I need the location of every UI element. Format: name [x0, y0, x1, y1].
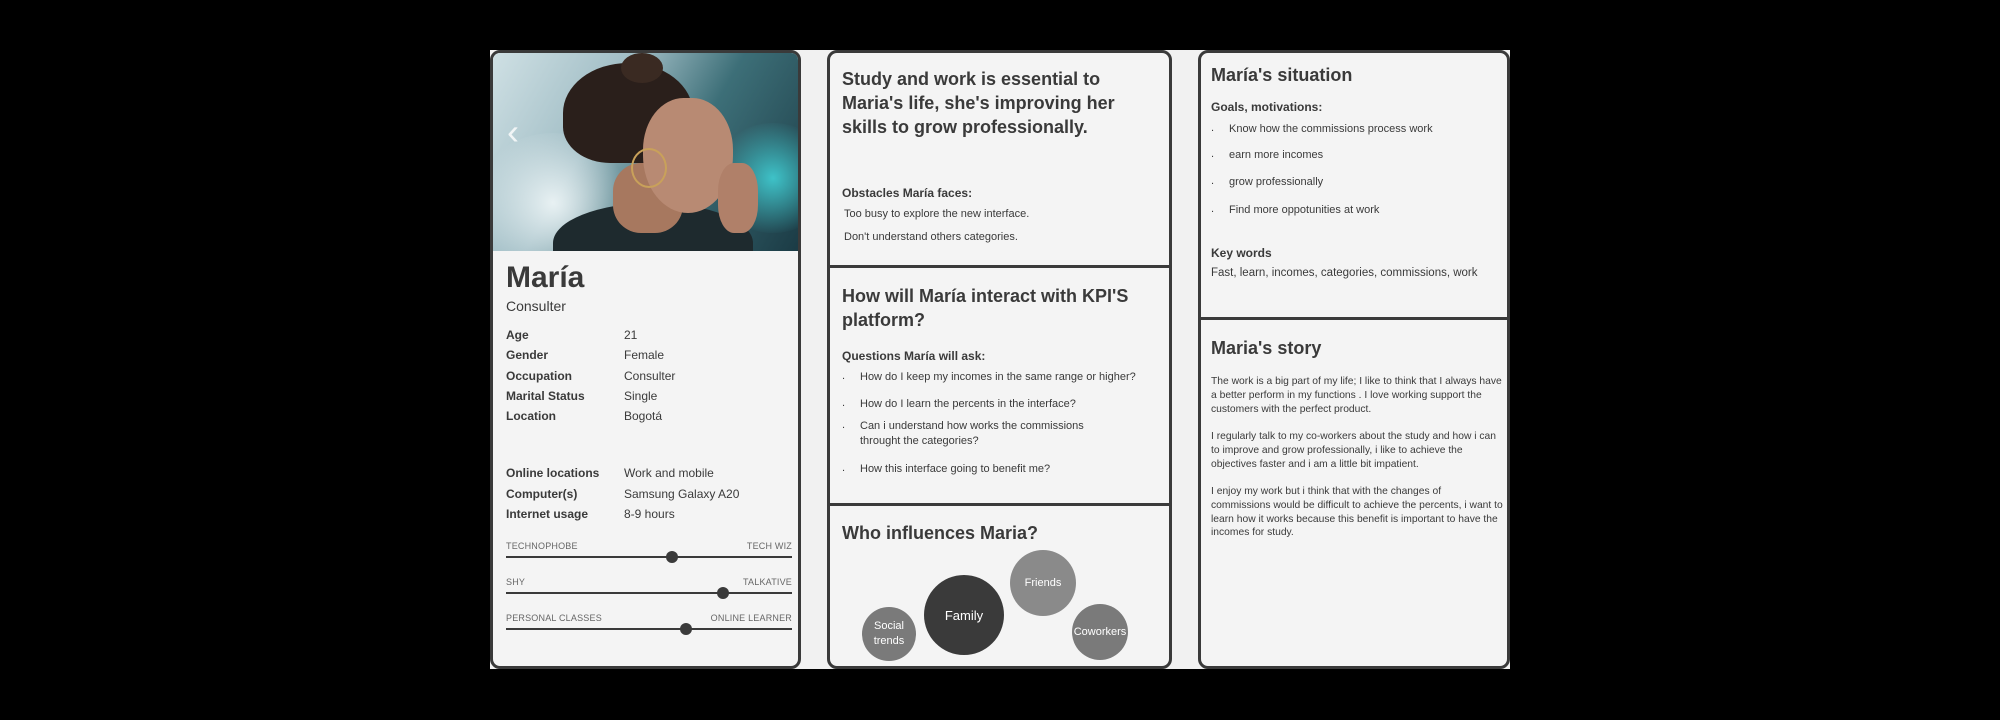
story-paragraph: The work is a big part of my life; I lik…	[1211, 376, 1502, 415]
divider	[830, 265, 1169, 268]
chevron-left-icon[interactable]: ‹	[507, 111, 519, 153]
influence-friends: Friends	[1010, 550, 1076, 616]
tech-value: 8-9 hours	[624, 507, 675, 521]
interaction-title: How will María interact with KPI'S platf…	[842, 286, 1129, 330]
influence-family: Family	[924, 575, 1004, 655]
influence-coworkers: Coworkers	[1072, 604, 1128, 660]
obstacle-item: Don't understand others categories.	[844, 231, 1018, 243]
detail-value: Bogotá	[624, 409, 663, 423]
detail-label: Gender	[506, 348, 549, 362]
slider-knob[interactable]	[665, 551, 678, 563]
right-card: María's situation Goals, motivations: .K…	[1198, 50, 1510, 669]
persona-name: María	[506, 261, 585, 294]
influence-social-trends: Social trends	[862, 607, 916, 661]
tech-label: Internet usage	[506, 507, 589, 521]
slider-knob[interactable]	[717, 587, 730, 599]
divider	[1201, 317, 1507, 320]
story-title: Maria's story	[1211, 338, 1322, 358]
obstacles-title: Obstacles María faces:	[842, 186, 973, 200]
situation-title: María's situation	[1211, 65, 1353, 85]
divider	[830, 503, 1169, 506]
story-paragraph: I enjoy my work but i think that with th…	[1211, 486, 1503, 539]
tech-label: Computer(s)	[506, 487, 578, 501]
detail-value: 21	[624, 328, 638, 342]
detail-value: Single	[624, 389, 658, 403]
slider-learner: PERSONAL CLASSES ONLINE LEARNER	[506, 613, 792, 643]
tech-value: Work and mobile	[624, 466, 714, 480]
detail-value: Consulter	[624, 369, 676, 383]
detail-label: Location	[506, 409, 556, 423]
keywords: Fast, learn, incomes, categories, commis…	[1211, 267, 1478, 279]
detail-label: Occupation	[506, 369, 573, 383]
quote-headline: Study and work is essential to Maria's l…	[842, 69, 1115, 137]
detail-label: Marital Status	[506, 389, 585, 403]
detail-value: Female	[624, 348, 665, 362]
detail-label: Age	[506, 328, 529, 342]
slider-knob[interactable]	[680, 623, 693, 635]
slider-shy: SHY TALKATIVE	[506, 577, 792, 607]
slider-technophobe: TECHNOPHOBE TECH WIZ	[506, 541, 792, 571]
persona-photo: ‹	[493, 53, 798, 251]
influences-title: Who influences Maria?	[842, 523, 1039, 543]
questions-title: Questions María will ask:	[842, 349, 986, 363]
keywords-title: Key words	[1211, 246, 1272, 260]
obstacle-item: Too busy to explore the new interface.	[844, 208, 1030, 220]
middle-card: Study and work is essential to Maria's l…	[827, 50, 1172, 669]
tech-value: Samsung Galaxy A20	[624, 487, 740, 501]
profile-card: ‹ María Consulter Age 21 Gender Female Occ…	[490, 50, 801, 669]
tech-label: Online locations	[506, 466, 600, 480]
story-paragraph: I regularly talk to my co-workers about …	[1211, 431, 1497, 470]
persona-role: Consulter	[506, 298, 566, 314]
goals-title: Goals, motivations:	[1211, 100, 1323, 114]
